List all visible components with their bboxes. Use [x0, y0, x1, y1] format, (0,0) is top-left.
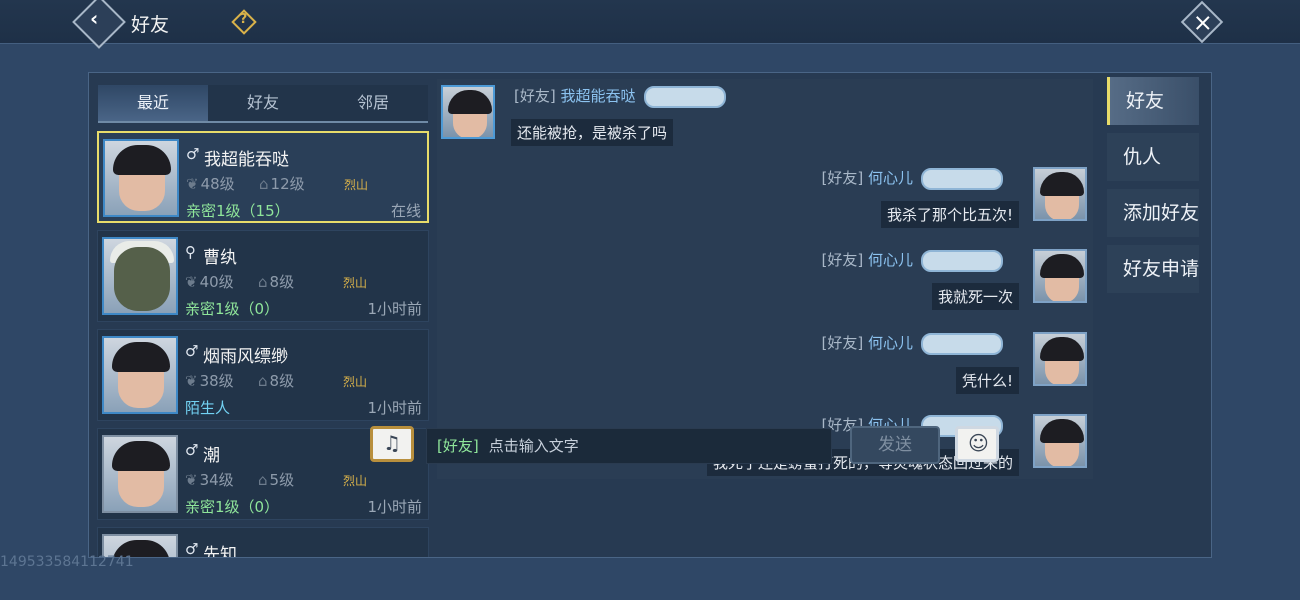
avatar[interactable] [1033, 167, 1087, 221]
message-bubble: 我就死一次 [931, 283, 1019, 310]
friend-tabs: 最近 好友 邻居 [98, 85, 428, 123]
watermark: 149533584112741 [0, 554, 134, 570]
side-nav: 好友 仇人 添加好友 好友申请 [1107, 77, 1199, 301]
male-icon: ♂ [186, 145, 200, 163]
avatar[interactable] [1033, 249, 1087, 303]
page-title: 好友 [131, 14, 170, 36]
online-status: 1小时前 [367, 498, 422, 516]
title-badge [921, 167, 1003, 190]
sender-name: 我超能吞哒 [560, 87, 636, 105]
avatar[interactable] [1033, 414, 1087, 468]
level-stat: ❦ 38级 [185, 372, 234, 390]
level-icon: ❦ [185, 471, 198, 489]
level-icon: ❦ [185, 372, 198, 390]
avatar [103, 139, 179, 217]
chat-area[interactable]: [好友] 我超能吞哒 还能被抢，是被杀了吗 [好友] 何心儿 我杀了那个比五次!… [437, 79, 1093, 479]
tab-neighbors[interactable]: 邻居 [318, 85, 428, 121]
friends-panel: 最近 好友 邻居 ♂ 我超能吞哒 ❦ 48级 ⌂ 12级 烈山 亲密1级（15） 在… [88, 72, 1212, 558]
sect-label: 烈山 [344, 178, 369, 192]
avatar [102, 336, 178, 414]
sect-label: 烈山 [343, 375, 368, 389]
house-icon: ⌂ [258, 273, 268, 291]
close-button[interactable]: × [1180, 0, 1224, 44]
title-badge [921, 332, 1003, 355]
help-icon: ? [239, 11, 248, 27]
title-badge [921, 249, 1003, 272]
title-badge [643, 85, 726, 108]
house-icon: ⌂ [259, 175, 269, 193]
sender-name: 何心儿 [867, 251, 913, 269]
friend-name: 潮 [203, 446, 220, 466]
house-icon: ⌂ [258, 471, 268, 489]
chat-input[interactable]: [好友] 点击输入文字 [426, 428, 832, 464]
tab-friends[interactable]: 好友 [208, 85, 318, 121]
friend-item[interactable]: ♂ 烟雨风缥缈 ❦ 38级 ⌂ 8级 烈山 陌生人 1小时前 [97, 329, 429, 421]
sect-label: 烈山 [343, 474, 368, 488]
sender-name: 何心儿 [867, 334, 913, 352]
close-icon: × [1192, 8, 1213, 37]
level-stat: ❦ 34级 [185, 471, 234, 489]
online-status: 1小时前 [367, 399, 422, 417]
female-icon: ⚲ [185, 243, 196, 261]
emoji-button[interactable]: ☺ [955, 426, 999, 462]
online-status: 在线 [390, 202, 421, 220]
message-bubble: 还能被抢，是被杀了吗 [511, 119, 674, 146]
friend-list: ♂ 我超能吞哒 ❦ 48级 ⌂ 12级 烈山 亲密1级（15） 在线 ⚲ 曹纨 ❦ 4… [97, 131, 429, 557]
sender-name: 何心儿 [867, 169, 913, 187]
online-status: 1小时前 [367, 300, 422, 318]
top-bar: ‹ 好友 ? × [0, 0, 1300, 49]
male-icon: ♂ [185, 540, 199, 557]
avatar [102, 237, 178, 315]
home-level-stat: ⌂ 8级 [258, 273, 295, 291]
message-header: [好友] 我超能吞哒 [514, 85, 726, 108]
chat-input-row: ♫ [好友] 点击输入文字 发送 ☺ [370, 426, 1010, 470]
friend-name: 先知 [203, 545, 237, 557]
send-button[interactable]: 发送 [850, 426, 940, 464]
level-stat: ❦ 40级 [185, 273, 234, 291]
input-placeholder: 点击输入文字 [488, 437, 579, 455]
level-stat: ❦ 48级 [186, 175, 235, 193]
message-header: [好友] 何心儿 [821, 332, 1003, 355]
home-level-stat: ⌂ 12级 [259, 175, 305, 193]
friend-name: 我超能吞哒 [204, 150, 289, 170]
back-arrow-icon: ‹ [90, 6, 99, 31]
house-icon: ⌂ [258, 372, 268, 390]
home-level-stat: ⌂ 5级 [258, 471, 295, 489]
back-button[interactable]: ‹ [72, 0, 126, 49]
side-item-add-friend[interactable]: 添加好友 [1107, 189, 1199, 237]
friend-name: 烟雨风缥缈 [203, 347, 288, 367]
avatar[interactable] [1033, 332, 1087, 386]
avatar [102, 435, 178, 513]
male-icon: ♂ [185, 342, 199, 360]
sect-label: 烈山 [343, 276, 368, 290]
level-icon: ❦ [186, 175, 199, 193]
intimacy-label: 亲密1级（0） [185, 300, 280, 318]
intimacy-label: 亲密1级（0） [185, 498, 280, 516]
message-bubble: 我杀了那个比五次! [880, 201, 1019, 228]
message-header: [好友] 何心儿 [821, 249, 1003, 272]
avatar[interactable] [441, 85, 495, 139]
help-button[interactable]: ? [231, 9, 257, 35]
smiley-icon: ☺ [968, 431, 989, 455]
friend-item[interactable]: ♂ 先知 [97, 527, 429, 557]
friend-item[interactable]: ♂ 我超能吞哒 ❦ 48级 ⌂ 12级 烈山 亲密1级（15） 在线 [97, 131, 429, 223]
male-icon: ♂ [185, 441, 199, 459]
tab-recent[interactable]: 最近 [98, 85, 208, 121]
side-item-friends[interactable]: 好友 [1107, 77, 1199, 125]
level-icon: ❦ [185, 273, 198, 291]
voice-button[interactable]: ♫ [370, 426, 414, 462]
friend-item[interactable]: ⚲ 曹纨 ❦ 40级 ⌂ 8级 烈山 亲密1级（0） 1小时前 [97, 230, 429, 322]
channel-label: [好友] [437, 437, 479, 455]
voice-icon: ♫ [383, 431, 401, 455]
friend-name: 曹纨 [203, 248, 237, 268]
side-item-enemies[interactable]: 仇人 [1107, 133, 1199, 181]
home-level-stat: ⌂ 8级 [258, 372, 295, 390]
intimacy-label: 亲密1级（15） [186, 202, 290, 220]
side-item-friend-requests[interactable]: 好友申请 [1107, 245, 1199, 293]
intimacy-label: 陌生人 [185, 399, 231, 417]
message-bubble: 凭什么! [955, 367, 1019, 394]
message-header: [好友] 何心儿 [821, 167, 1003, 190]
